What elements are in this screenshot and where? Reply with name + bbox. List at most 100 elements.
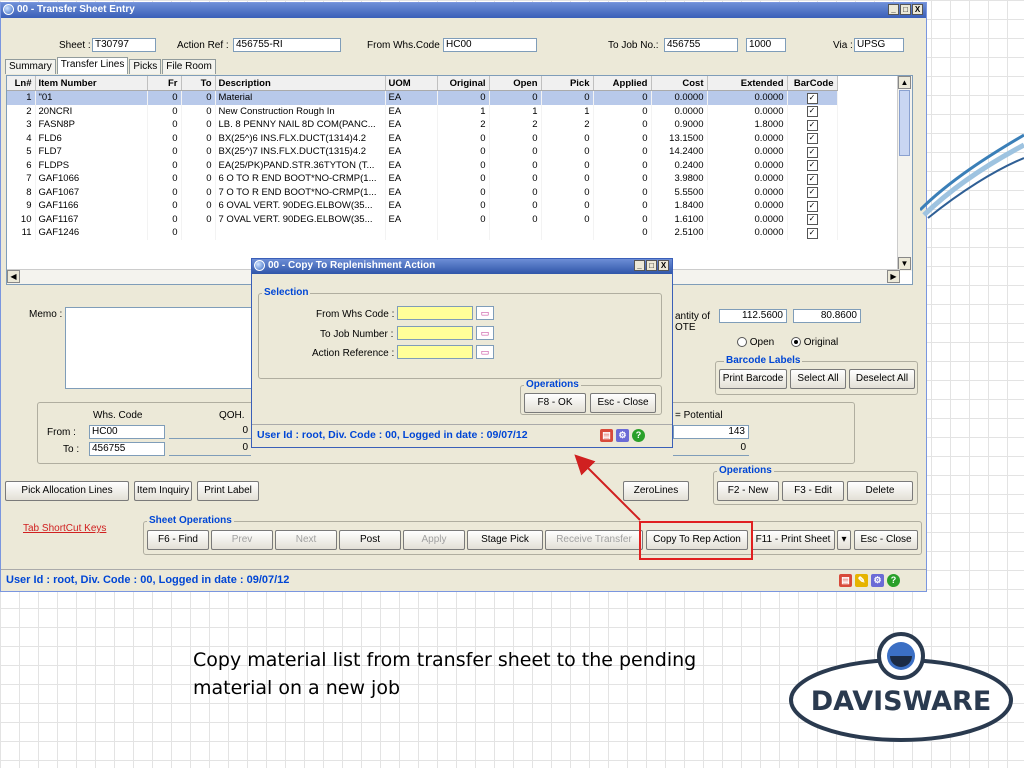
- dialog-ok-button[interactable]: F8 - OK: [524, 393, 586, 413]
- window-titlebar[interactable]: 00 - Transfer Sheet Entry _ □ X: [1, 3, 926, 18]
- column-header[interactable]: Cost: [651, 76, 708, 91]
- action-ref-lookup-icon[interactable]: ▭: [476, 345, 494, 359]
- tab-shortcut-keys-link[interactable]: Tab ShortCut Keys: [23, 523, 106, 534]
- table-row[interactable]: 6 FLDPS 0 0 EA(25/PK)PAND.STR.36TYTON (T... E…: [7, 158, 838, 172]
- table-row[interactable]: 8 GAF1067 0 0 7 O TO R END BOOT*NO-CRMP(1...…: [7, 185, 838, 199]
- table-row[interactable]: 5 FLD7 0 0 BX(25^)7 INS.FLX.DUCT(1315)4.2 EA 0…: [7, 145, 838, 159]
- grid-vertical-scrollbar[interactable]: ▲ ▼: [897, 76, 912, 271]
- to-job-field[interactable]: 456755: [664, 38, 738, 52]
- table-row[interactable]: 9 GAF1166 0 0 6 OVAL VERT. 90DEG.ELBOW(35...…: [7, 199, 838, 213]
- checkmark-icon[interactable]: ✓: [806, 214, 818, 226]
- checkmark-icon[interactable]: ✓: [806, 92, 818, 104]
- scroll-up-icon[interactable]: ▲: [898, 76, 911, 89]
- scroll-left-icon[interactable]: ◀: [7, 270, 20, 283]
- tools-icon[interactable]: ⚙: [871, 574, 884, 587]
- table-row[interactable]: 2 20NCRI 0 0 New Construction Rough In EA 1 1 1 0…: [7, 104, 838, 118]
- column-header[interactable]: To: [181, 76, 216, 91]
- tab-summary[interactable]: Summary: [5, 59, 56, 74]
- barcode-checkbox[interactable]: ✓: [787, 185, 838, 199]
- minimize-button[interactable]: _: [888, 4, 899, 15]
- to-whs-code-field[interactable]: 456755: [89, 442, 165, 456]
- close-button[interactable]: X: [912, 4, 923, 15]
- via-field[interactable]: UPSG: [854, 38, 904, 52]
- pick-allocation-lines-button[interactable]: Pick Allocation Lines: [5, 481, 129, 501]
- dialog-from-whs-field[interactable]: [397, 306, 473, 320]
- find-button[interactable]: F6 - Find: [147, 530, 209, 550]
- barcode-checkbox[interactable]: ✓: [787, 199, 838, 213]
- table-row[interactable]: 4 FLD6 0 0 BX(25^)6 INS.FLX.DUCT(1314)4.2 EA 0…: [7, 131, 838, 145]
- dialog-to-job-field[interactable]: [397, 326, 473, 340]
- barcode-checkbox[interactable]: ✓: [787, 118, 838, 132]
- column-header[interactable]: UOM: [385, 76, 438, 91]
- column-header[interactable]: Original: [437, 76, 490, 91]
- table-row[interactable]: 1 "01 0 0 Material EA 0 0 0 0 0.0000 0.0000 ✓: [7, 90, 838, 105]
- tab-file-room[interactable]: File Room: [162, 59, 216, 74]
- dialog-action-ref-field[interactable]: [397, 345, 473, 359]
- barcode-checkbox[interactable]: ✓: [787, 172, 838, 186]
- barcode-checkbox[interactable]: ✓: [787, 145, 838, 159]
- checkmark-icon[interactable]: ✓: [806, 133, 818, 145]
- checkmark-icon[interactable]: ✓: [806, 187, 818, 199]
- barcode-checkbox[interactable]: ✓: [787, 212, 838, 226]
- tab-transfer-lines[interactable]: Transfer Lines: [56, 57, 129, 74]
- edit-button[interactable]: F3 - Edit: [782, 481, 844, 501]
- to-job-lookup-icon[interactable]: ▭: [476, 326, 494, 340]
- transfer-lines-grid[interactable]: Ln# Item Number Fr To Description UOM Original…: [6, 75, 913, 285]
- from-whs-lookup-icon[interactable]: ▭: [476, 306, 494, 320]
- item-inquiry-button[interactable]: Item Inquiry: [134, 481, 192, 501]
- table-row[interactable]: 7 GAF1066 0 0 6 O TO R END BOOT*NO-CRMP(1...…: [7, 172, 838, 186]
- checkmark-icon[interactable]: ✓: [806, 160, 818, 172]
- memo-field[interactable]: [65, 307, 255, 389]
- apply-button[interactable]: Apply: [403, 530, 465, 550]
- barcode-checkbox[interactable]: ✓: [787, 226, 838, 240]
- open-radio-icon[interactable]: [737, 337, 747, 348]
- checkmark-icon[interactable]: ✓: [806, 200, 818, 212]
- sheet-field[interactable]: T30797: [92, 38, 156, 52]
- checkmark-icon[interactable]: ✓: [806, 119, 818, 131]
- from-whs-field[interactable]: HC00: [443, 38, 537, 52]
- column-header[interactable]: Open: [489, 76, 542, 91]
- action-ref-field[interactable]: 456755-RI: [233, 38, 341, 52]
- report-icon[interactable]: ▤: [839, 574, 852, 587]
- new-button[interactable]: F2 - New: [717, 481, 779, 501]
- next-button[interactable]: Next: [275, 530, 337, 550]
- dialog-maximize-button[interactable]: □: [646, 260, 657, 271]
- original-radio[interactable]: Original: [791, 337, 838, 348]
- barcode-checkbox[interactable]: ✓: [787, 104, 838, 118]
- print-barcode-button[interactable]: Print Barcode: [719, 369, 787, 389]
- print-label-button[interactable]: Print Label: [197, 481, 259, 501]
- maximize-button[interactable]: □: [900, 4, 911, 15]
- open-radio[interactable]: Open: [737, 337, 774, 348]
- table-row[interactable]: 10 GAF1167 0 0 7 OVAL VERT. 90DEG.ELBOW(35..…: [7, 212, 838, 226]
- table-row[interactable]: 11 GAF1246 0 0 2.5100 0.0000 ✓: [7, 226, 838, 240]
- stage-pick-button[interactable]: Stage Pick: [467, 530, 543, 550]
- deselect-all-button[interactable]: Deselect All: [849, 369, 915, 389]
- post-button[interactable]: Post: [339, 530, 401, 550]
- dialog-close-button[interactable]: X: [658, 260, 669, 271]
- barcode-checkbox[interactable]: ✓: [787, 131, 838, 145]
- checkmark-icon[interactable]: ✓: [806, 106, 818, 118]
- table-row[interactable]: 3 FASN8P 0 0 LB. 8 PENNY NAIL 8D COM(PANC...…: [7, 118, 838, 132]
- receive-transfer-button[interactable]: Receive Transfer: [545, 530, 643, 550]
- column-header[interactable]: Description: [215, 76, 386, 91]
- checkmark-icon[interactable]: ✓: [806, 173, 818, 185]
- scroll-thumb[interactable]: [899, 90, 910, 156]
- from-whs-code-field[interactable]: HC00: [89, 425, 165, 439]
- original-radio-icon[interactable]: [791, 337, 801, 348]
- print-sheet-button[interactable]: F11 - Print Sheet: [751, 530, 835, 550]
- help-icon[interactable]: ?: [887, 574, 900, 587]
- delete-button[interactable]: Delete: [847, 481, 913, 501]
- checkmark-icon[interactable]: ✓: [806, 227, 818, 239]
- esc-close-button[interactable]: Esc - Close: [854, 530, 918, 550]
- notes-icon[interactable]: ✎: [855, 574, 868, 587]
- column-header[interactable]: Ln#: [7, 76, 36, 91]
- dialog-minimize-button[interactable]: _: [634, 260, 645, 271]
- column-header[interactable]: Fr: [147, 76, 182, 91]
- tab-picks[interactable]: Picks: [129, 59, 162, 74]
- barcode-checkbox[interactable]: ✓: [787, 158, 838, 172]
- column-header[interactable]: Extended: [707, 76, 788, 91]
- dialog-titlebar[interactable]: 00 - Copy To Replenishment Action _ □ X: [252, 259, 672, 274]
- checkmark-icon[interactable]: ✓: [806, 146, 818, 158]
- column-header[interactable]: Pick: [541, 76, 594, 91]
- column-header[interactable]: Applied: [593, 76, 652, 91]
